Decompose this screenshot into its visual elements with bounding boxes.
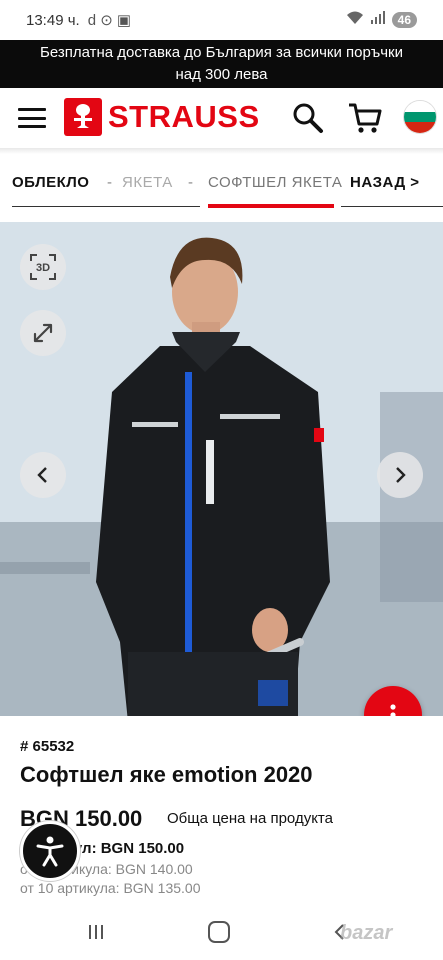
notification-icons: d ⊙ ▣: [87, 12, 132, 29]
site-header: STRAUSS: [0, 88, 443, 148]
gallery-prev-button[interactable]: [20, 452, 66, 498]
language-flag-icon[interactable]: [403, 100, 437, 134]
cart-icon[interactable]: [346, 100, 384, 136]
promo-line-2: над 300 лева: [175, 66, 268, 83]
promo-line-1: Безплатна доставка до България за всички…: [40, 44, 403, 61]
status-time: 13:49 ч.: [26, 11, 80, 29]
fullscreen-button[interactable]: [20, 310, 66, 356]
menu-icon[interactable]: [18, 108, 46, 128]
breadcrumb-underline: [341, 206, 443, 207]
chevron-right-icon: [396, 467, 406, 483]
chevron-left-icon: [37, 467, 47, 483]
back-link[interactable]: НАЗАД >: [350, 174, 420, 191]
product-image-gallery[interactable]: 3D: [0, 222, 443, 716]
home-icon[interactable]: [208, 921, 230, 943]
product-sku: # 65532: [20, 738, 75, 755]
breadcrumb-clothing[interactable]: ОБЛЕКЛО: [12, 174, 89, 191]
price-tier-10: от 10 артикула: BGN 135.00: [20, 880, 201, 896]
view-3d-button[interactable]: 3D: [20, 244, 66, 290]
header-divider: [0, 148, 443, 154]
breadcrumb-underline: [12, 206, 200, 207]
wifi-icon: [346, 11, 364, 29]
status-bar: 13:49 ч. d ⊙ ▣ 46: [0, 0, 443, 40]
breadcrumb-jackets[interactable]: ЯКЕТА: [122, 174, 173, 191]
breadcrumb-separator: -: [188, 174, 193, 191]
promo-banner: Безплатна доставка до България за всички…: [0, 40, 443, 88]
signal-icon: [370, 11, 386, 29]
product-info: # 65532 Софтшел яке emotion 2020 BGN 150…: [0, 716, 443, 910]
logo-text: STRAUSS: [108, 99, 260, 134]
accessibility-icon: [36, 836, 64, 867]
gallery-next-button[interactable]: [377, 452, 423, 498]
system-navigation-bar: bazar: [0, 910, 443, 960]
product-title: Софтшел яке emotion 2020: [20, 762, 313, 787]
search-icon[interactable]: [290, 100, 326, 136]
price-note: Обща цена на продукта: [167, 810, 333, 827]
accessibility-button[interactable]: [20, 821, 80, 881]
view-3d-label: 3D: [36, 262, 50, 274]
recent-apps-icon[interactable]: [86, 922, 106, 942]
breadcrumb-active-underline: [208, 204, 334, 208]
product-photo: [0, 222, 443, 716]
logo-emblem-icon: [64, 98, 102, 136]
battery-indicator: 46: [391, 12, 417, 28]
breadcrumb: ОБЛЕКЛО - ЯКЕТА - СОФТШЕЛ ЯКЕТА НАЗАД >: [0, 164, 443, 212]
expand-icon: [33, 323, 53, 343]
breadcrumb-separator: -: [107, 174, 112, 191]
watermark: bazar: [340, 922, 393, 944]
breadcrumb-softshell-jackets[interactable]: СОФТШЕЛ ЯКЕТА: [208, 174, 342, 191]
strauss-logo[interactable]: STRAUSS: [64, 98, 260, 136]
